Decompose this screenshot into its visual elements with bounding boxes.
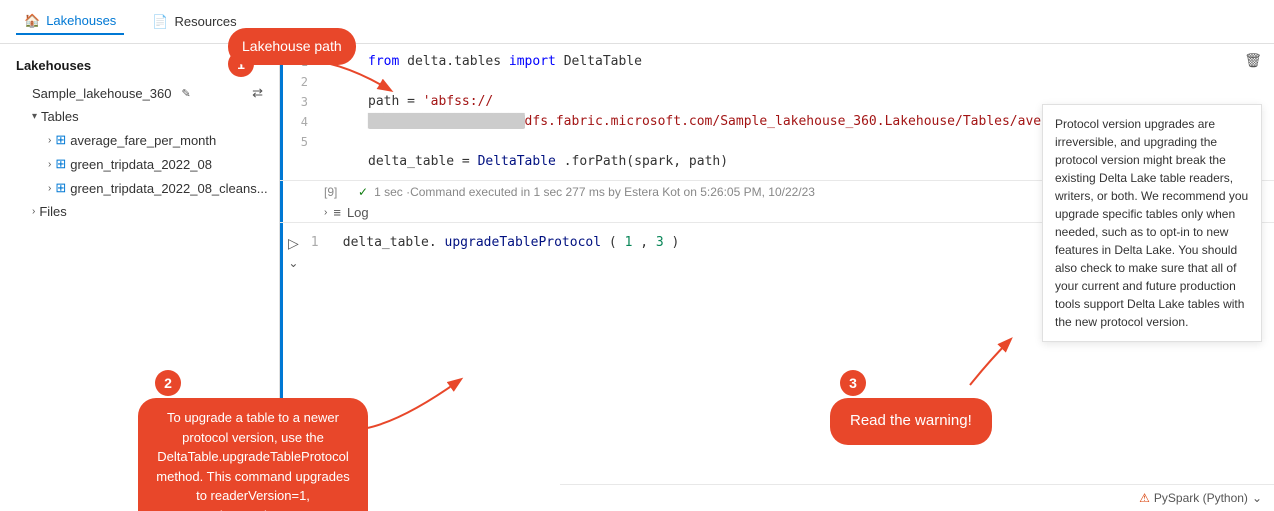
output-text: 1 sec ·Command executed in 1 sec 277 ms … (374, 185, 815, 199)
nav-lakehouses-label: Lakehouses (46, 13, 116, 28)
lakehouse-icon: 🏠 (24, 13, 40, 29)
nav-resources-label: Resources (175, 14, 237, 29)
code-line-5: delta_table = DeltaTable .forPath(spark,… (368, 152, 1034, 172)
nav-lakehouses[interactable]: 🏠 Lakehouses (16, 9, 124, 35)
table-green-label: green_tripdata_2022_08 (70, 157, 212, 172)
line-numbers-1: 1 2 3 4 5 (280, 52, 316, 152)
log-label: Log (347, 205, 369, 220)
pencil-icon: ✎ (182, 87, 191, 100)
code-line-3: path = 'abfss://████████████████████dfs.… (368, 92, 1034, 132)
sidebar-table-green[interactable]: › ⊞ green_tripdata_2022_08 (0, 152, 279, 176)
table-green-cleans-label: green_tripdata_2022_08_cleans... (70, 181, 267, 196)
green-chevron: › (48, 159, 51, 170)
check-icon: ✓ (358, 185, 368, 199)
sidebar-table-average[interactable]: › ⊞ average_fare_per_month (0, 128, 279, 152)
expand-icon: › (324, 207, 327, 218)
code-line-2 (368, 72, 1034, 92)
warning-box: Protocol version upgrades are irreversib… (1042, 104, 1262, 342)
code-line-1: from delta.tables import DeltaTable (368, 52, 1034, 72)
avg-chevron: › (48, 135, 51, 146)
sidebar-files-section[interactable]: › Files (0, 200, 279, 223)
table-icon-avg: ⊞ (55, 132, 66, 148)
sidebar-table-green-cleans[interactable]: › ⊞ green_tripdata_2022_08_cleans... (0, 176, 279, 200)
refresh-icon[interactable]: ⇄ (252, 85, 263, 101)
table-avg-label: average_fare_per_month (70, 133, 216, 148)
resources-icon: 📄 (152, 14, 168, 30)
warning-text: Protocol version upgrades are irreversib… (1055, 117, 1248, 329)
workspace-name: Sample_lakehouse_360 (32, 86, 172, 101)
annotation-bubble-2: 2 (155, 370, 181, 396)
code-line-4 (368, 132, 1034, 152)
sidebar-workspace[interactable]: Sample_lakehouse_360 ✎ ⇄ (0, 81, 279, 105)
files-section-label: Files (39, 204, 66, 219)
nav-resources[interactable]: 📄 Resources (144, 10, 244, 34)
tables-chevron: ▾ (32, 111, 37, 122)
annotation-callout-1: Lakehouse path (228, 28, 356, 65)
bottom-bar: ⚠ PySpark (Python) ⌄ (560, 484, 1274, 511)
green-cleans-chevron: › (48, 183, 51, 194)
annotation-callout-2: To upgrade a table to a newer protocol v… (138, 398, 368, 511)
warning-triangle-icon: ⚠ (1139, 491, 1150, 505)
files-chevron: › (32, 206, 35, 217)
tables-section-label: Tables (41, 109, 79, 124)
table-icon-green-cleans: ⊞ (55, 180, 66, 196)
run-icon[interactable]: ▷ (288, 235, 299, 252)
lang-chevron[interactable]: ⌄ (1252, 491, 1262, 505)
code-line-6: delta_table. upgradeTableProtocol ( 1 , … (343, 233, 680, 253)
sidebar-tables-section[interactable]: ▾ Tables (0, 105, 279, 128)
annotation-callout-3: Read the warning! (830, 398, 992, 445)
run-down-icon[interactable]: ⌄ (288, 256, 298, 270)
execution-num: [9] (324, 185, 352, 199)
table-icon-green: ⊞ (55, 156, 66, 172)
code-lines-1[interactable]: from delta.tables import DeltaTable path… (368, 52, 1034, 172)
annotation-bubble-3: 3 (840, 370, 866, 396)
line-num-2: 1 (311, 233, 327, 253)
delete-icon[interactable]: 🗑 (1244, 52, 1262, 69)
language-label: PySpark (Python) (1154, 491, 1248, 505)
log-icon: ≡ (333, 205, 341, 220)
run-controls[interactable]: ▷ ⌄ (280, 229, 307, 276)
